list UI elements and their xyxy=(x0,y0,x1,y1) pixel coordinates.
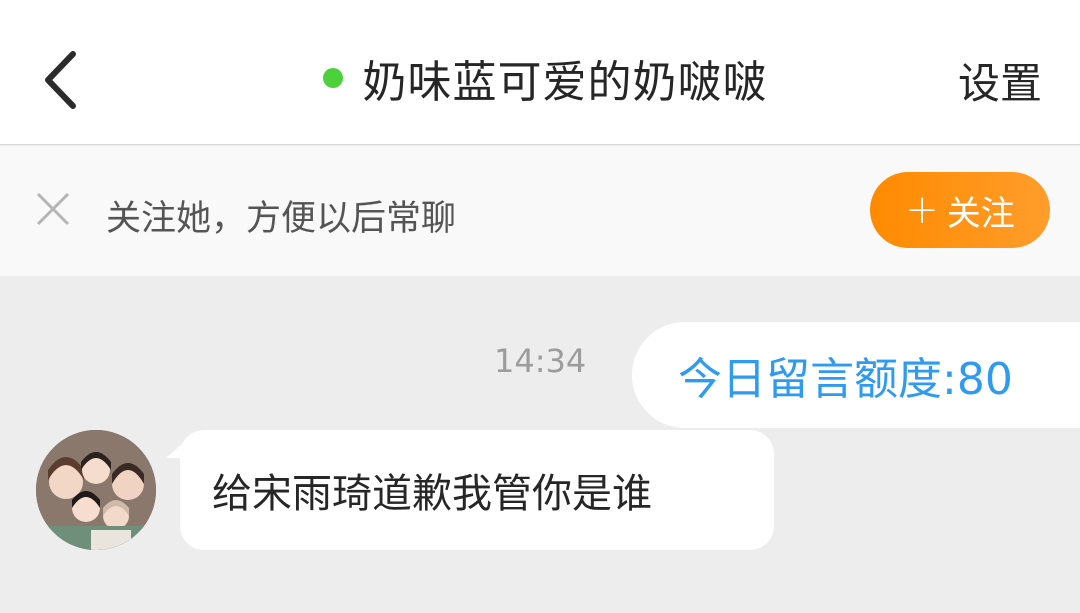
chat-header: 奶味蓝可爱的奶啵啵 设置 xyxy=(0,0,1080,145)
online-status-dot xyxy=(322,68,343,88)
close-banner-button[interactable] xyxy=(30,186,76,232)
avatar[interactable] xyxy=(36,430,156,550)
follow-prompt: 关注她，方便以后常聊 xyxy=(106,199,457,239)
page-title: 奶味蓝可爱的奶啵啵 xyxy=(362,57,768,108)
message-bubble-outgoing[interactable]: 今日留言额度:80 xyxy=(632,322,1080,428)
avatar-photo-icon xyxy=(36,430,156,550)
title-area: 奶味蓝可爱的奶啵啵 xyxy=(0,40,1080,116)
settings-button[interactable]: 设置 xyxy=(958,50,1042,111)
message-timestamp: 14:34 xyxy=(494,342,587,380)
message-bubble-incoming[interactable]: 给宋雨琦道歉我管你是谁 xyxy=(180,430,774,550)
follow-button-label: 关注 xyxy=(946,193,1015,234)
close-icon xyxy=(36,192,70,226)
follow-button[interactable]: + 关注 xyxy=(870,172,1050,248)
chat-area[interactable]: 14:34 今日留言额度:80 给宋雨琦道歉我管你是谁 xyxy=(0,276,1080,613)
follow-banner: 关注她，方便以后常聊 + 关注 xyxy=(0,146,1080,276)
plus-icon: + xyxy=(905,187,939,233)
